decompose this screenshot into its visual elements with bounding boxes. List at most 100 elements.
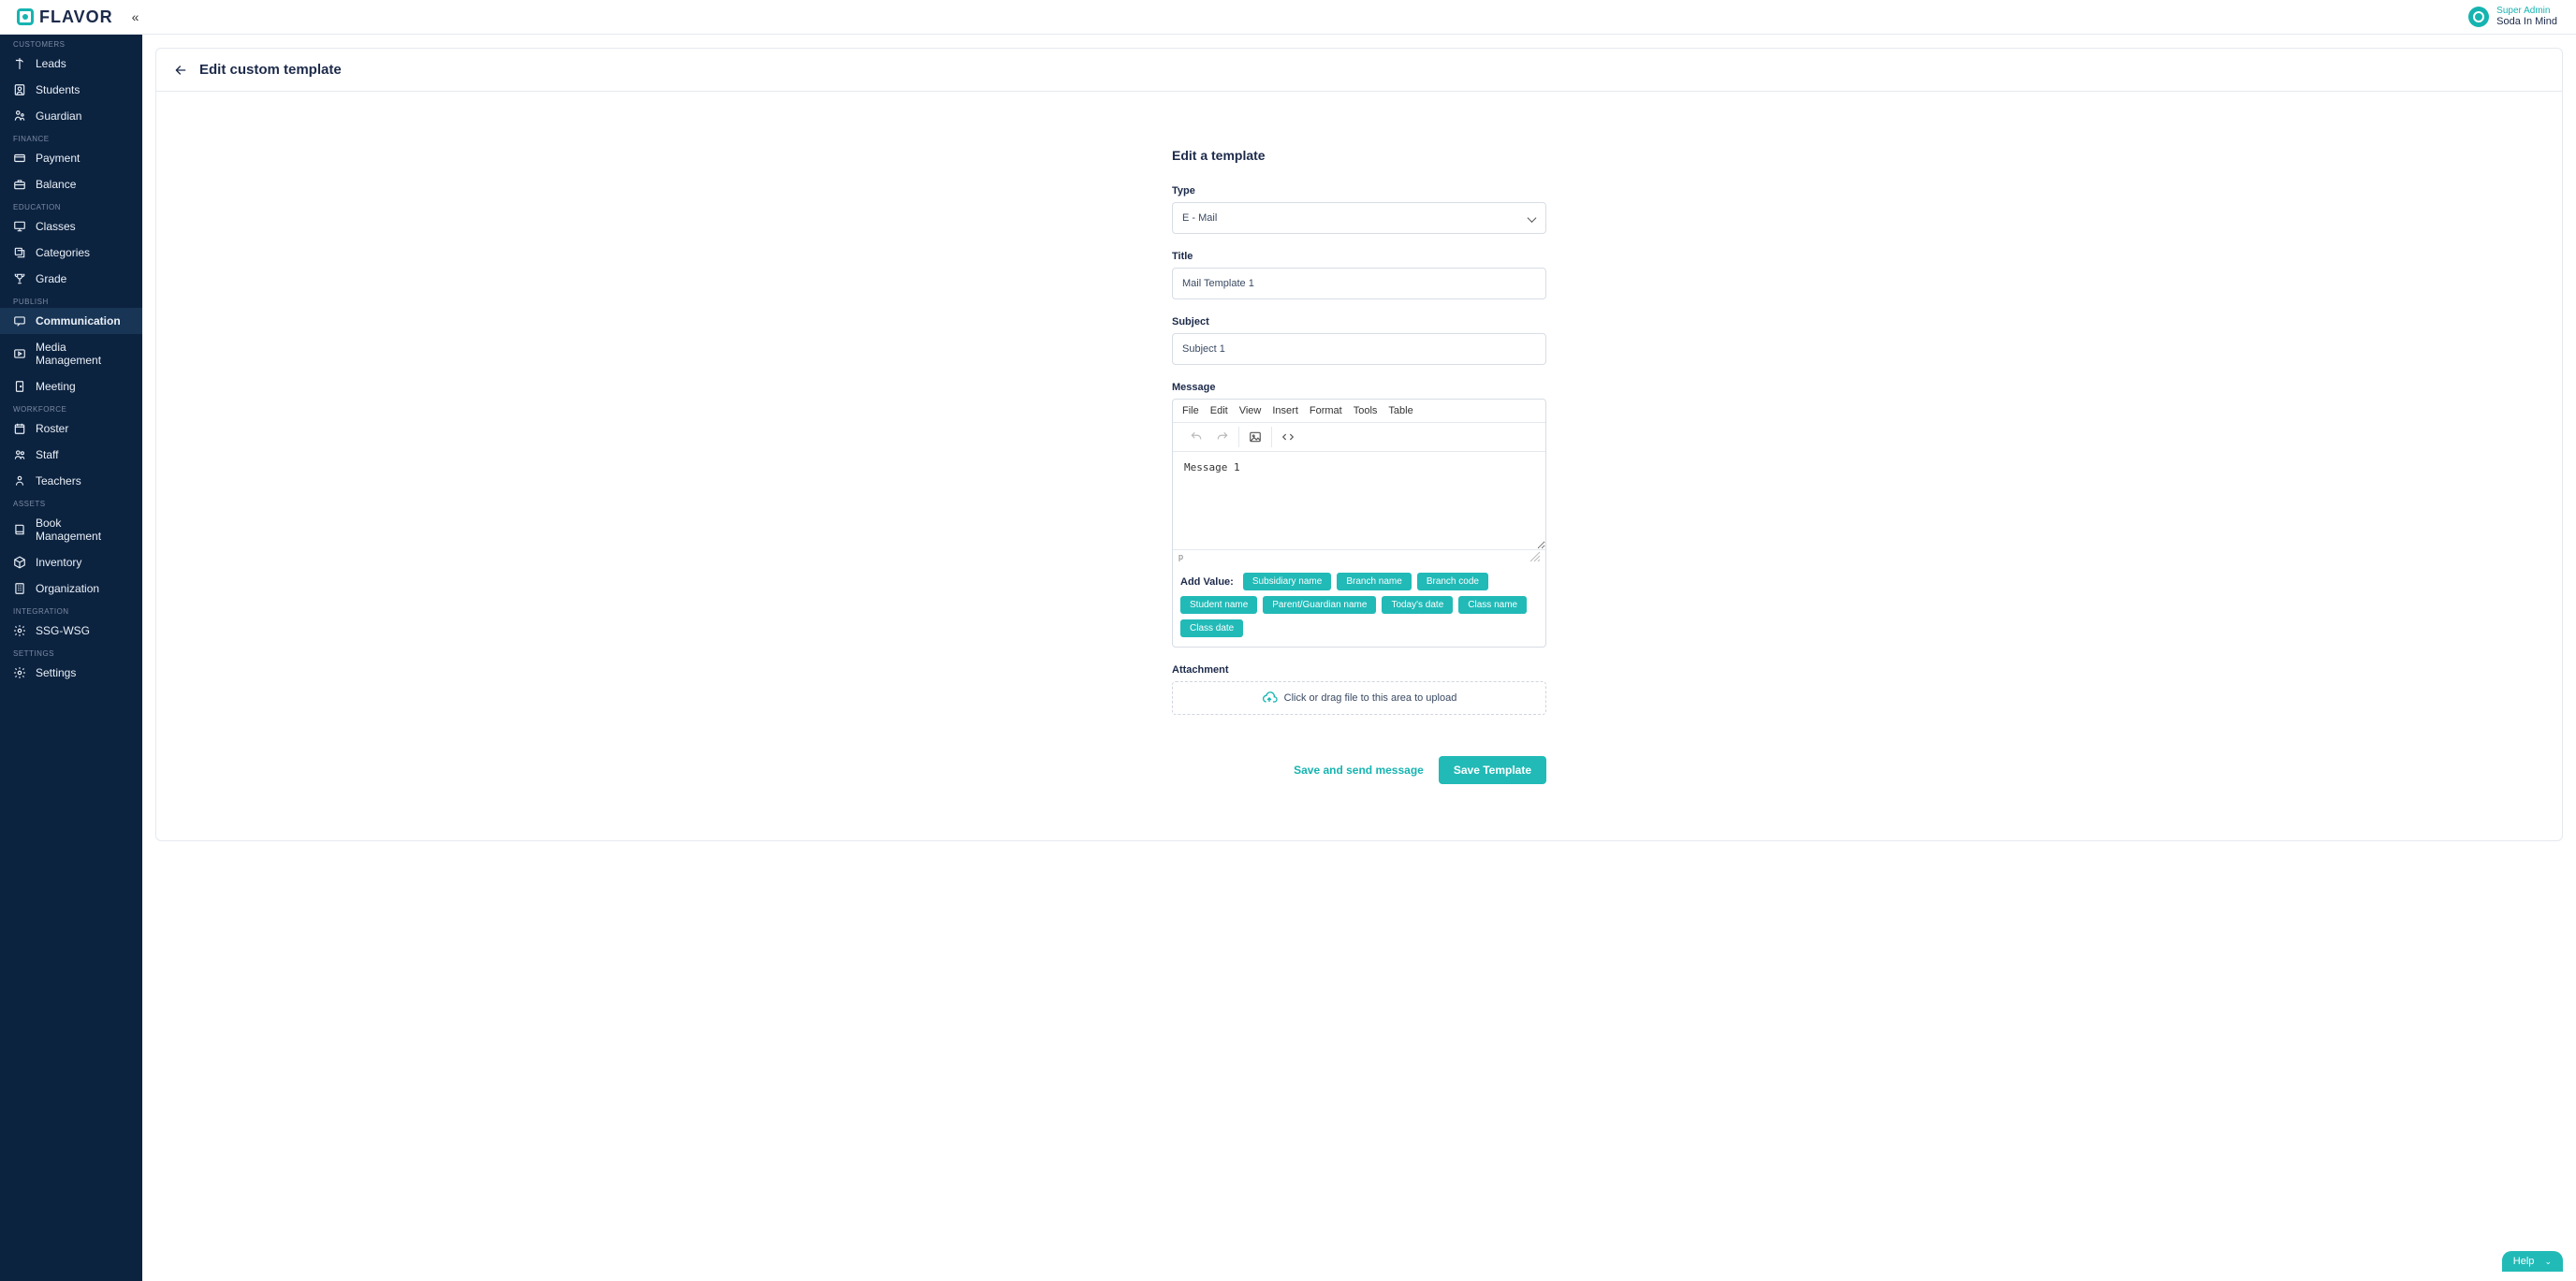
editor-menu-format[interactable]: Format: [1310, 405, 1342, 416]
sidebar-item-label: SSG-WSG: [36, 624, 90, 637]
value-chip-parent-guardian-name[interactable]: Parent/Guardian name: [1263, 596, 1376, 614]
attachment-upload[interactable]: Click or drag file to this area to uploa…: [1172, 681, 1546, 715]
sidebar-item-balance[interactable]: Balance: [0, 171, 142, 197]
sidebar-collapse-toggle[interactable]: «: [132, 9, 139, 24]
sidebar-item-label: Categories: [36, 246, 90, 259]
building-icon: [13, 582, 26, 595]
sidebar-item-label: Communication: [36, 314, 121, 328]
help-button[interactable]: Help ⌄: [2502, 1251, 2563, 1272]
brand-mark-icon: [17, 8, 34, 25]
sidebar-item-settings[interactable]: Settings: [0, 660, 142, 686]
redo-button[interactable]: [1212, 427, 1233, 447]
editor-menu-file[interactable]: File: [1182, 405, 1199, 416]
sidebar-item-label: Leads: [36, 57, 66, 70]
title-input[interactable]: [1172, 268, 1546, 299]
sidebar-item-label: Guardian: [36, 109, 81, 123]
box-icon: [13, 556, 26, 569]
gear-icon: [13, 624, 26, 637]
user-square-icon: [13, 83, 26, 96]
help-label: Help: [2513, 1256, 2535, 1267]
type-select[interactable]: E - Mail: [1172, 202, 1546, 234]
signpost-icon: [13, 57, 26, 70]
sidebar-item-roster[interactable]: Roster: [0, 415, 142, 442]
sidebar-item-label: Meeting: [36, 380, 76, 393]
message-label: Message: [1172, 382, 1546, 393]
code-button[interactable]: [1278, 427, 1298, 447]
brand-name: FLAVOR: [39, 7, 113, 27]
sidebar-item-teachers[interactable]: Teachers: [0, 468, 142, 494]
upload-text: Click or drag file to this area to uploa…: [1284, 692, 1457, 704]
value-chip-class-name[interactable]: Class name: [1458, 596, 1527, 614]
redo-icon: [1216, 430, 1229, 444]
sidebar-item-label: Classes: [36, 220, 76, 233]
save-template-button[interactable]: Save Template: [1439, 756, 1546, 784]
sidebar-item-label: Payment: [36, 152, 80, 165]
sidebar-item-label: Book Management: [36, 517, 129, 543]
value-chip-branch-name[interactable]: Branch name: [1337, 573, 1411, 590]
value-chip-class-date[interactable]: Class date: [1180, 619, 1243, 637]
sidebar-item-ssg-wsg[interactable]: SSG-WSG: [0, 618, 142, 644]
sidebar-item-guardian[interactable]: Guardian: [0, 103, 142, 129]
guardian-icon: [13, 109, 26, 123]
type-label: Type: [1172, 185, 1546, 197]
arrow-left-icon: [173, 63, 188, 78]
sidebar-item-label: Settings: [36, 666, 76, 679]
value-chip-today-s-date[interactable]: Today's date: [1382, 596, 1453, 614]
editor-menu-table[interactable]: Table: [1388, 405, 1412, 416]
sidebar-item-media-management[interactable]: Media Management: [0, 334, 142, 373]
sidebar-item-classes[interactable]: Classes: [0, 213, 142, 240]
attachment-label: Attachment: [1172, 664, 1546, 676]
user-menu[interactable]: Super Admin Soda In Mind: [2468, 6, 2576, 28]
value-chip-student-name[interactable]: Student name: [1180, 596, 1257, 614]
sidebar-item-organization[interactable]: Organization: [0, 575, 142, 602]
sidebar-item-book-management[interactable]: Book Management: [0, 510, 142, 549]
editor-menu-view[interactable]: View: [1239, 405, 1262, 416]
sidebar-item-label: Media Management: [36, 341, 129, 367]
sidebar-group-title: WORKFORCE: [0, 400, 142, 415]
card-icon: [13, 152, 26, 165]
sidebar-group-title: CUSTOMERS: [0, 35, 142, 51]
editor-resize-handle[interactable]: [1530, 552, 1540, 561]
save-send-button[interactable]: Save and send message: [1294, 764, 1424, 777]
sidebar-item-meeting[interactable]: Meeting: [0, 373, 142, 400]
sidebar-group-title: PUBLISH: [0, 292, 142, 308]
value-chip-branch-code[interactable]: Branch code: [1417, 573, 1488, 590]
sidebar-item-label: Staff: [36, 448, 58, 461]
image-button[interactable]: [1245, 427, 1266, 447]
sidebar-group-title: ASSETS: [0, 494, 142, 510]
chevron-down-icon: ⌄: [2544, 1257, 2552, 1266]
editor-menu-edit[interactable]: Edit: [1210, 405, 1228, 416]
sidebar-item-label: Inventory: [36, 556, 81, 569]
user-org: Soda In Mind: [2496, 16, 2557, 28]
editor-menu-insert[interactable]: Insert: [1272, 405, 1298, 416]
page-title: Edit custom template: [199, 62, 342, 78]
sidebar-item-categories[interactable]: Categories: [0, 240, 142, 266]
message-editor[interactable]: Message 1: [1173, 452, 1545, 549]
sidebar-item-label: Teachers: [36, 474, 81, 488]
sidebar-item-leads[interactable]: Leads: [0, 51, 142, 77]
subject-input[interactable]: [1172, 333, 1546, 365]
sidebar-item-label: Students: [36, 83, 80, 96]
sidebar-item-students[interactable]: Students: [0, 77, 142, 103]
presentation-icon: [13, 220, 26, 233]
back-button[interactable]: [173, 63, 188, 78]
undo-button[interactable]: [1186, 427, 1207, 447]
media-icon: [13, 347, 26, 360]
editor-menu-tools[interactable]: Tools: [1354, 405, 1378, 416]
people-icon: [13, 448, 26, 461]
editor-path: p: [1178, 552, 1183, 561]
teacher-icon: [13, 474, 26, 488]
sidebar-item-grade[interactable]: Grade: [0, 266, 142, 292]
sidebar-item-communication[interactable]: Communication: [0, 308, 142, 334]
image-icon: [1249, 430, 1262, 444]
sidebar-item-label: Balance: [36, 178, 76, 191]
sidebar-group-title: EDUCATION: [0, 197, 142, 213]
door-icon: [13, 380, 26, 393]
briefcase-icon: [13, 178, 26, 191]
sidebar-item-staff[interactable]: Staff: [0, 442, 142, 468]
sidebar-item-inventory[interactable]: Inventory: [0, 549, 142, 575]
title-label: Title: [1172, 251, 1546, 262]
sidebar: CUSTOMERSLeadsStudentsGuardianFINANCEPay…: [0, 35, 142, 1281]
sidebar-item-payment[interactable]: Payment: [0, 145, 142, 171]
value-chip-subsidiary-name[interactable]: Subsidiary name: [1243, 573, 1331, 590]
